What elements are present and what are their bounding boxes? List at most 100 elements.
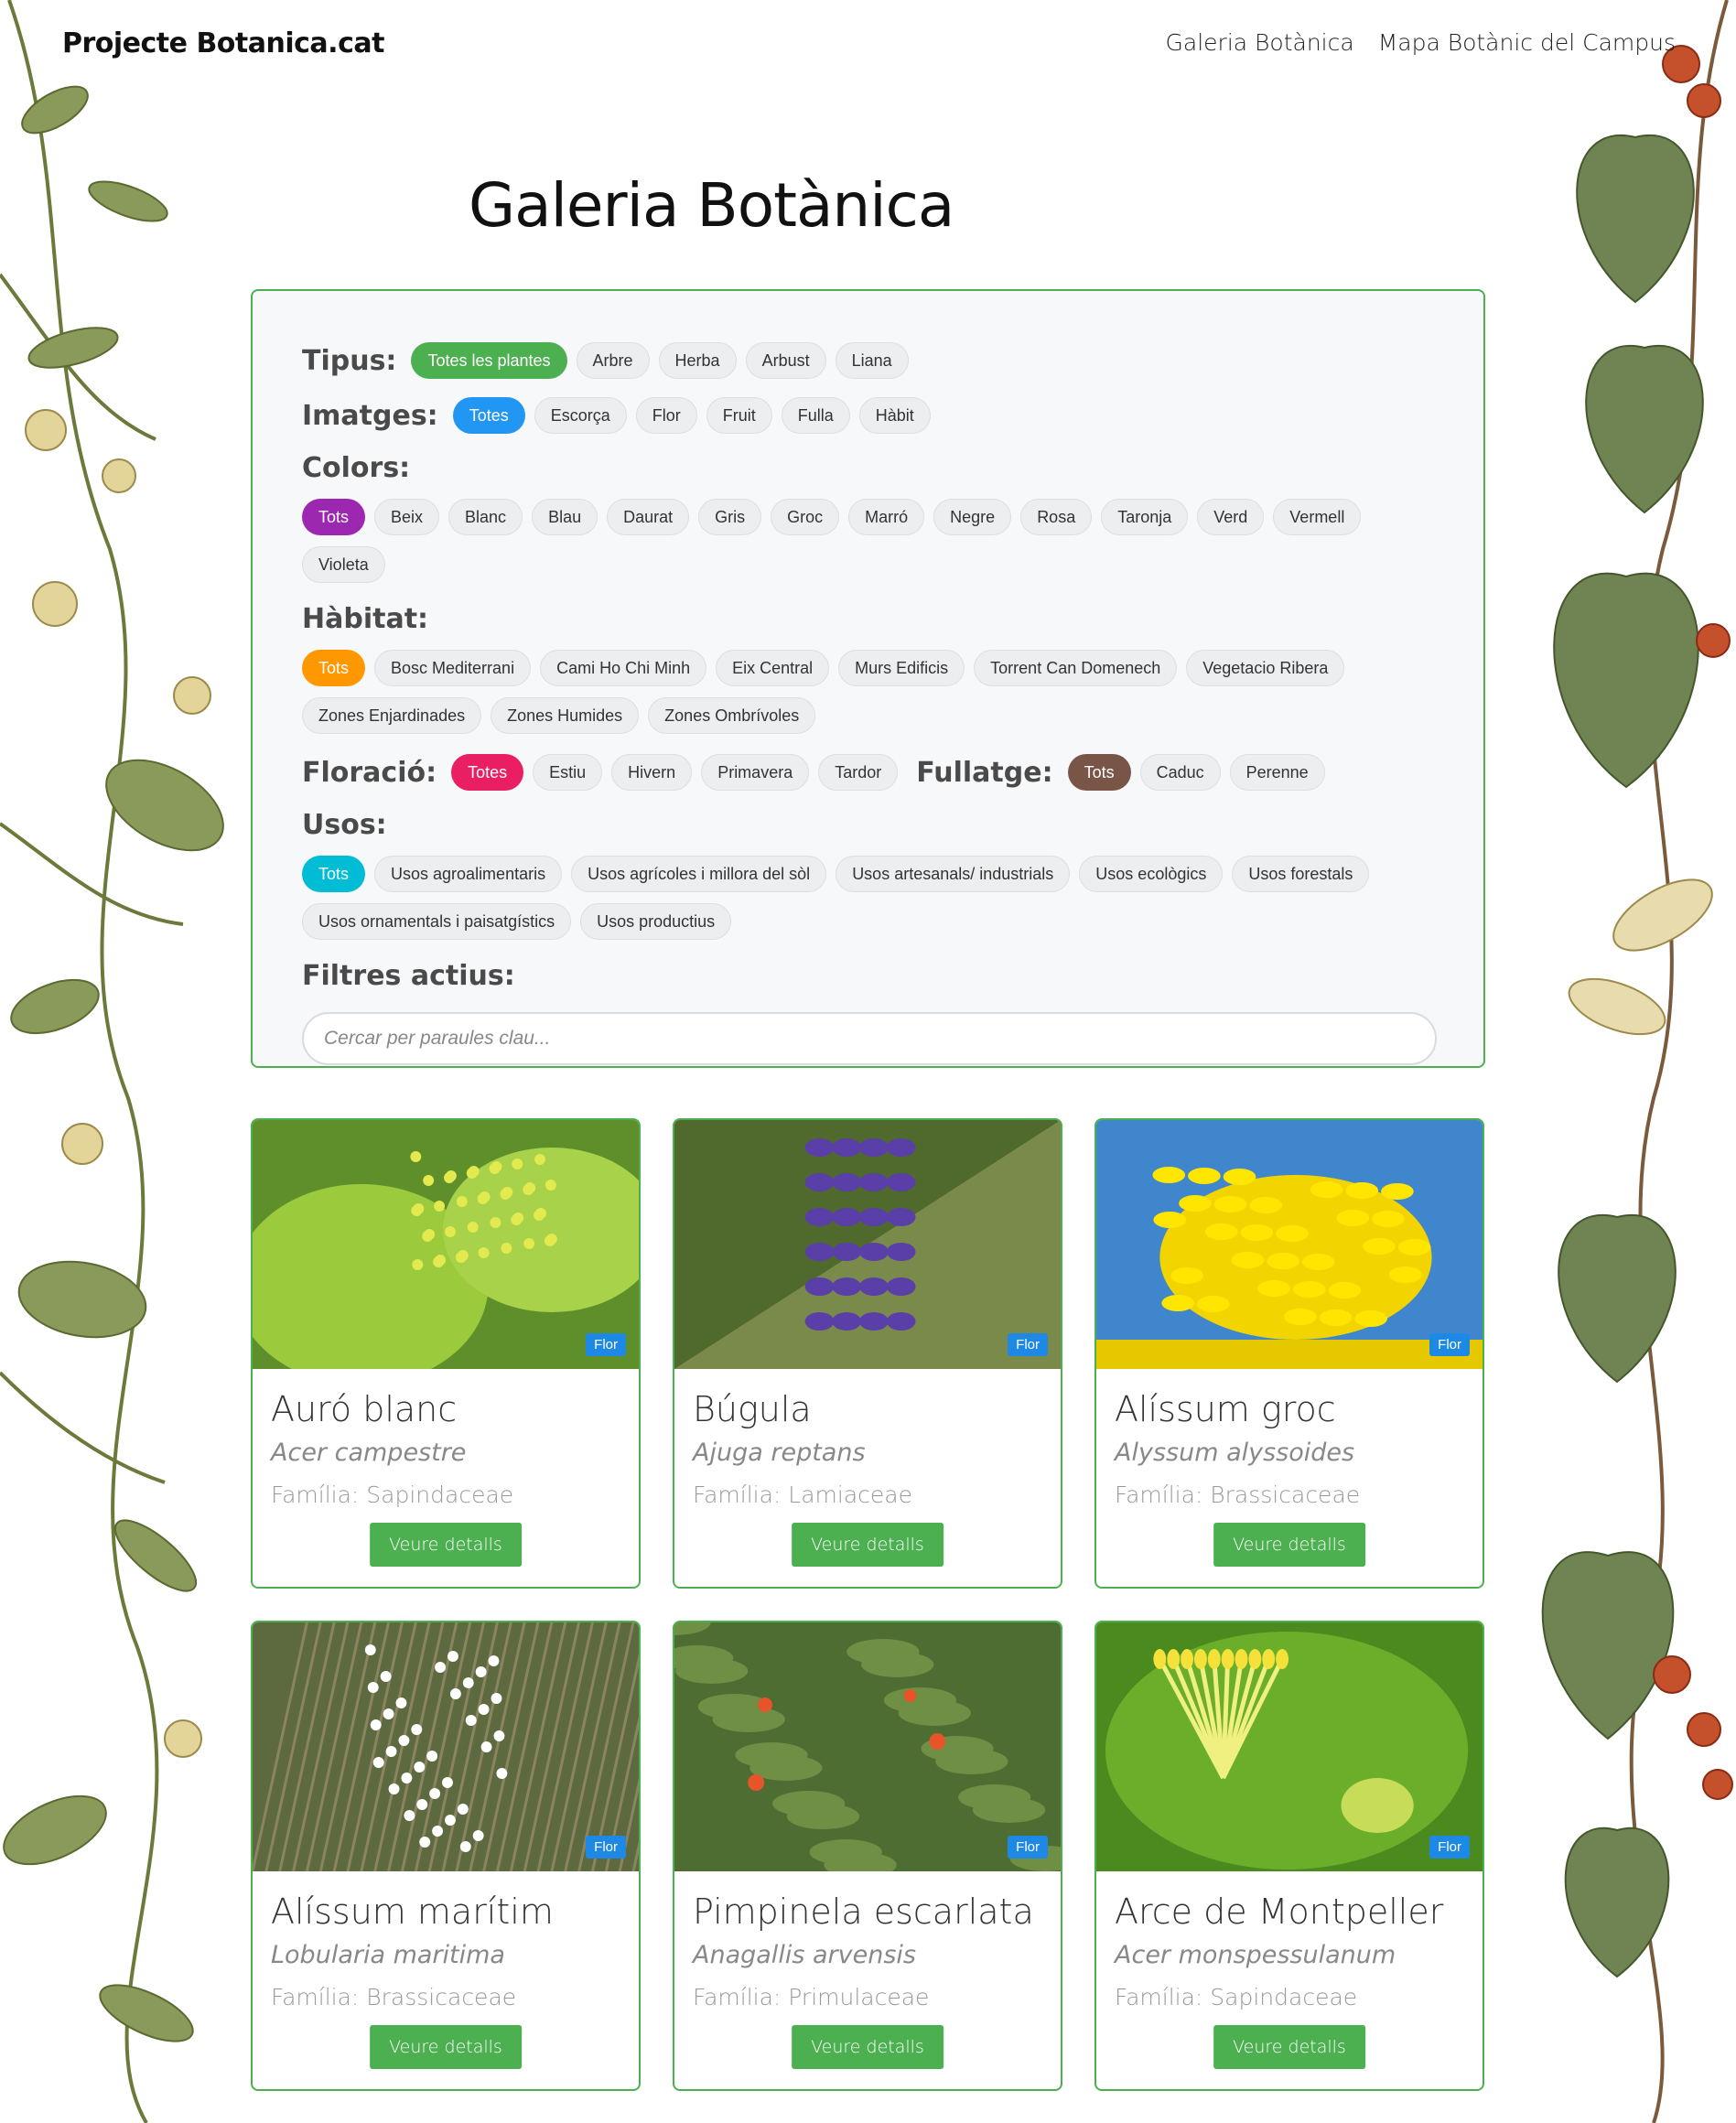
- filter-chip-floracio[interactable]: Hivern: [611, 754, 693, 791]
- filter-panel: Tipus: Totes les plantes Arbre Herba Arbust…: [251, 289, 1485, 1068]
- filter-chip-colors[interactable]: Violeta: [302, 546, 385, 583]
- filter-chip-colors[interactable]: Rosa: [1020, 499, 1093, 535]
- filter-chip-floracio[interactable]: Totes: [451, 754, 524, 791]
- filter-chip-habitat[interactable]: Torrent Can Domenech: [974, 650, 1178, 686]
- filter-chip-tipus[interactable]: Herba: [658, 342, 737, 379]
- plant-scientific-name: Lobularia maritima: [271, 1941, 505, 1969]
- view-details-button[interactable]: Veure detalls: [370, 1523, 522, 1567]
- image-type-badge: Flor: [1008, 1333, 1048, 1356]
- filter-chip-habitat[interactable]: Zones Enjardinades: [302, 697, 482, 734]
- plant-card[interactable]: Flor Arce de Montpeller Acer monspessula…: [1094, 1621, 1484, 2091]
- filter-chip-fullatge[interactable]: Caduc: [1139, 754, 1221, 791]
- plant-common-name: Pimpinela escarlata: [693, 1891, 1034, 1932]
- filter-chip-habitat[interactable]: Tots: [302, 650, 366, 686]
- filter-chip-usos[interactable]: Usos ornamentals i paisatgístics: [302, 903, 572, 940]
- plant-scientific-name: Acer monspessulanum: [1115, 1941, 1396, 1969]
- filter-chip-usos[interactable]: Tots: [302, 856, 366, 892]
- filter-chip-floracio[interactable]: Tardor: [818, 754, 899, 791]
- plant-common-name: Búgula: [693, 1389, 812, 1429]
- view-details-button[interactable]: Veure detalls: [1213, 2025, 1365, 2069]
- filter-chip-floracio[interactable]: Primavera: [701, 754, 810, 791]
- filter-row-imatges: Imatges: Totes Escorça Flor Fruit Fulla Hàbit: [302, 397, 1434, 434]
- view-details-button[interactable]: Veure detalls: [792, 1523, 943, 1567]
- filter-chip-colors[interactable]: Vermell: [1273, 499, 1362, 535]
- filter-chip-colors[interactable]: Groc: [771, 499, 840, 535]
- filter-chip-imatges[interactable]: Hàbit: [858, 397, 931, 434]
- view-details-button[interactable]: Veure detalls: [792, 2025, 943, 2069]
- filter-chip-usos[interactable]: Usos forestals: [1232, 856, 1370, 892]
- filter-chip-habitat[interactable]: Vegetacio Ribera: [1186, 650, 1345, 686]
- filter-chip-fullatge[interactable]: Tots: [1067, 754, 1131, 791]
- plant-card[interactable]: Flor Alíssum groc Alyssum alyssoides Fam…: [1094, 1118, 1484, 1589]
- filter-chip-habitat[interactable]: Zones Humides: [491, 697, 640, 734]
- filter-label-usos: Usos:: [302, 809, 387, 841]
- filter-chip-colors[interactable]: Beix: [374, 499, 440, 535]
- plant-photo[interactable]: Flor: [674, 1622, 1061, 1871]
- filter-chip-colors[interactable]: Blau: [532, 499, 598, 535]
- filter-chip-habitat[interactable]: Murs Edificis: [838, 650, 965, 686]
- plant-common-name: Alíssum marítim: [271, 1891, 554, 1932]
- plant-photo-image: [674, 1120, 1061, 1369]
- view-details-button[interactable]: Veure detalls: [1213, 1523, 1365, 1567]
- filter-chip-usos[interactable]: Usos agroalimentaris: [374, 856, 563, 892]
- plant-photo[interactable]: Flor: [253, 1622, 639, 1871]
- plant-photo-image: [1096, 1120, 1483, 1369]
- filter-chip-tipus[interactable]: Arbust: [745, 342, 826, 379]
- card-body: Auró blanc Acer campestre Família: Sapin…: [253, 1369, 639, 1508]
- plant-photo[interactable]: Flor: [253, 1120, 639, 1369]
- image-type-badge: Flor: [1008, 1836, 1048, 1859]
- filter-chip-usos[interactable]: Usos productius: [580, 903, 732, 940]
- nav-link-galeria[interactable]: Galeria Botànica: [1166, 29, 1354, 56]
- plant-family: Família: Sapindaceae: [271, 1482, 514, 1508]
- filter-chip-colors[interactable]: Marró: [848, 499, 925, 535]
- filter-chip-fullatge[interactable]: Perenne: [1229, 754, 1325, 791]
- filter-chip-imatges[interactable]: Fruit: [706, 397, 772, 434]
- filter-block-colors: Colors: Tots Beix Blanc Blau Daurat Gris Groc M…: [302, 452, 1434, 583]
- filter-chip-imatges[interactable]: Flor: [635, 397, 697, 434]
- search-input[interactable]: [302, 1012, 1437, 1065]
- filter-block-habitat: Hàbitat: Tots Bosc Mediterrani Cami Ho Chi…: [302, 603, 1434, 734]
- chip-group-fullatge: Tots Caduc Perenne: [1067, 754, 1325, 791]
- filter-chip-imatges[interactable]: Totes: [452, 397, 525, 434]
- filter-chip-tipus[interactable]: Totes les plantes: [411, 342, 567, 379]
- filter-chip-habitat[interactable]: Bosc Mediterrani: [374, 650, 532, 686]
- plant-card[interactable]: Flor Búgula Ajuga reptans Família: Lamia…: [673, 1118, 1062, 1589]
- filter-chip-colors[interactable]: Verd: [1197, 499, 1265, 535]
- main-nav: Galeria Botànica Mapa Botànic del Campus: [1166, 29, 1676, 56]
- plant-photo-image: [1096, 1622, 1483, 1871]
- filter-chip-colors[interactable]: Taronja: [1101, 499, 1189, 535]
- filter-chip-usos[interactable]: Usos agrícoles i millora del sòl: [571, 856, 827, 892]
- chip-group-habitat: Tots Bosc Mediterrani Cami Ho Chi Minh Eix …: [302, 650, 1434, 734]
- filter-chip-habitat[interactable]: Eix Central: [716, 650, 830, 686]
- plant-family: Família: Lamiaceae: [693, 1482, 912, 1508]
- filter-chip-colors[interactable]: Tots: [302, 499, 366, 535]
- nav-link-mapa[interactable]: Mapa Botànic del Campus: [1378, 29, 1676, 56]
- filter-row-floracio-fullatge: Floració: Totes Estiu Hivern Primavera Tardo…: [302, 754, 1434, 791]
- filter-chip-colors[interactable]: Gris: [698, 499, 762, 535]
- filter-chip-colors[interactable]: Daurat: [607, 499, 690, 535]
- plant-card[interactable]: Flor Pimpinela escarlata Anagallis arven…: [673, 1621, 1062, 2091]
- filter-chip-habitat[interactable]: Zones Ombrívoles: [648, 697, 816, 734]
- plant-card[interactable]: Flor Auró blanc Acer campestre Família: …: [251, 1118, 641, 1589]
- card-body: Alíssum marítim Lobularia maritima Famíl…: [253, 1871, 639, 2010]
- filter-chip-usos[interactable]: Usos ecològics: [1079, 856, 1224, 892]
- plant-photo[interactable]: Flor: [1096, 1120, 1483, 1369]
- filter-chip-colors[interactable]: Negre: [933, 499, 1012, 535]
- plant-photo[interactable]: Flor: [1096, 1622, 1483, 1871]
- filter-chip-habitat[interactable]: Cami Ho Chi Minh: [540, 650, 707, 686]
- site-title-link[interactable]: Projecte Botanica.cat: [62, 27, 384, 59]
- right-botanical-border: [1507, 0, 1736, 2123]
- filter-chip-tipus[interactable]: Arbre: [576, 342, 650, 379]
- filter-chip-imatges[interactable]: Escorça: [534, 397, 627, 434]
- filter-chip-tipus[interactable]: Liana: [835, 342, 909, 379]
- plant-photo[interactable]: Flor: [674, 1120, 1061, 1369]
- card-body: Alíssum groc Alyssum alyssoides Família:…: [1096, 1369, 1483, 1508]
- view-details-button[interactable]: Veure detalls: [370, 2025, 522, 2069]
- filter-chip-floracio[interactable]: Estiu: [533, 754, 603, 791]
- filter-chip-colors[interactable]: Blanc: [448, 499, 523, 535]
- plant-card[interactable]: Flor Alíssum marítim Lobularia maritima …: [251, 1621, 641, 2091]
- filter-chip-imatges[interactable]: Fulla: [781, 397, 850, 434]
- chip-group-colors: Tots Beix Blanc Blau Daurat Gris Groc Marró Negr…: [302, 499, 1434, 583]
- image-type-badge: Flor: [1429, 1333, 1470, 1356]
- filter-chip-usos[interactable]: Usos artesanals/ industrials: [836, 856, 1071, 892]
